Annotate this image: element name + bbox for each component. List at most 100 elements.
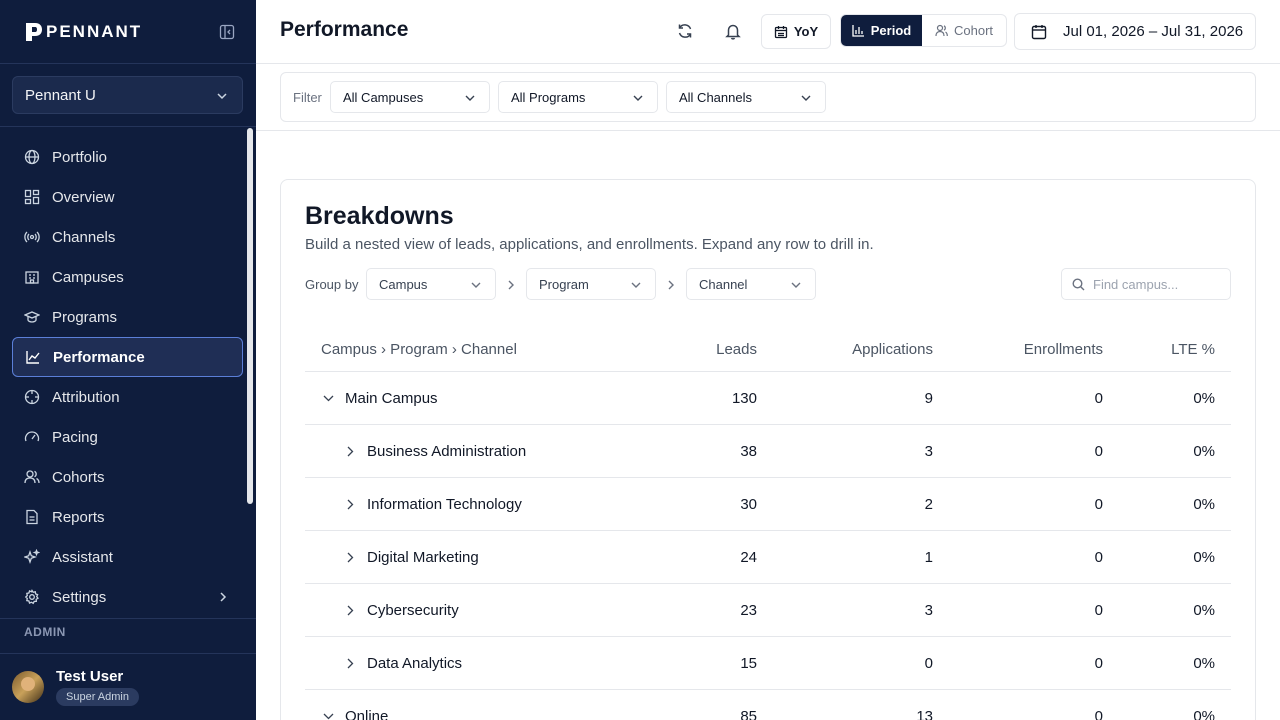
- row-name: Information Technology: [367, 495, 522, 513]
- sidebar-item-channels[interactable]: Channels: [12, 217, 243, 257]
- sidebar-item-programs[interactable]: Programs: [12, 297, 243, 337]
- program-filter-value: All Programs: [511, 89, 586, 105]
- row-leads: 15: [740, 654, 757, 672]
- group-by-level-1-select[interactable]: Campus: [366, 268, 496, 300]
- sidebar-item-overview[interactable]: Overview: [12, 177, 243, 217]
- sidebar-item-campuses[interactable]: Campuses: [12, 257, 243, 297]
- yoy-button[interactable]: YoY: [761, 14, 831, 49]
- table-row[interactable]: Business Administration 38 3 0 0%: [305, 425, 1231, 478]
- chevron-down-icon[interactable]: [321, 709, 335, 720]
- row-enrollments: 0: [1094, 442, 1103, 460]
- collapse-sidebar-icon[interactable]: [219, 24, 235, 40]
- org-selector[interactable]: Pennant U: [12, 76, 243, 114]
- table-row[interactable]: Cybersecurity 23 3 0 0%: [305, 584, 1231, 637]
- role-badge: Super Admin: [56, 688, 139, 706]
- table-row[interactable]: Main Campus 130 9 0 0%: [305, 372, 1231, 425]
- chevron-right-icon: [220, 592, 227, 602]
- sidebar-item-label: Campuses: [52, 268, 124, 286]
- chevron-down-icon[interactable]: [321, 391, 335, 405]
- search-icon: [1072, 277, 1085, 290]
- channel-filter-select[interactable]: All Channels: [666, 81, 826, 113]
- refresh-icon[interactable]: [676, 22, 696, 42]
- table-row[interactable]: Online 85 13 0 0%: [305, 690, 1231, 720]
- org-selected-label: Pennant U: [25, 86, 96, 104]
- cohort-toggle[interactable]: Cohort: [922, 15, 1006, 46]
- col-header-leads[interactable]: Leads: [655, 341, 757, 358]
- chevron-down-icon: [801, 95, 811, 101]
- row-leads: 85: [740, 707, 757, 720]
- crosshair-icon: [24, 389, 40, 405]
- campus-filter-select[interactable]: All Campuses: [330, 81, 490, 113]
- chevron-right-icon[interactable]: [343, 656, 357, 670]
- sidebar-item-label: Pacing: [52, 428, 98, 446]
- row-name: Main Campus: [345, 389, 438, 407]
- table-row[interactable]: Data Analytics 15 0 0 0%: [305, 637, 1231, 690]
- col-header-lte[interactable]: LTE %: [1103, 341, 1215, 358]
- campus-filter-value: All Campuses: [343, 89, 424, 105]
- file-icon: [24, 509, 40, 525]
- col-header-enrollments[interactable]: Enrollments: [933, 341, 1103, 358]
- bell-icon[interactable]: [724, 22, 744, 42]
- sidebar-item-performance[interactable]: Performance: [12, 337, 243, 377]
- col-header-name[interactable]: Campus › Program › Channel: [305, 341, 655, 358]
- sidebar-item-label: Overview: [52, 188, 115, 206]
- chevron-right-icon[interactable]: [343, 497, 357, 511]
- sidebar-item-label: Performance: [53, 348, 145, 366]
- breakdowns-title: Breakdowns: [305, 202, 454, 230]
- row-lte: 0%: [1193, 601, 1215, 619]
- view-mode-toggle: Period Cohort: [840, 14, 1007, 47]
- sidebar-item-settings[interactable]: Settings: [12, 577, 243, 617]
- sidebar-item-pacing[interactable]: Pacing: [12, 417, 243, 457]
- table-row[interactable]: Information Technology 30 2 0 0%: [305, 478, 1231, 531]
- breakdowns-subtitle: Build a nested view of leads, applicatio…: [305, 236, 874, 253]
- row-applications: 9: [924, 389, 933, 407]
- sidebar-item-label: Channels: [52, 228, 116, 246]
- chevron-down-icon: [465, 95, 475, 101]
- row-name: Business Administration: [367, 442, 527, 460]
- row-leads: 24: [740, 548, 757, 566]
- sidebar-item-label: Assistant: [52, 548, 113, 566]
- group-by-level-2-select[interactable]: Program: [526, 268, 656, 300]
- sparkles-icon: [24, 549, 40, 565]
- chevron-down-icon: [471, 282, 481, 288]
- group-by-level-2-value: Program: [539, 276, 589, 292]
- sidebar-item-assistant[interactable]: Assistant: [12, 537, 243, 577]
- building-icon: [24, 269, 40, 285]
- sidebar-item-portfolio[interactable]: Portfolio: [12, 137, 243, 177]
- sidebar-item-attribution[interactable]: Attribution: [12, 377, 243, 417]
- date-range-picker[interactable]: Jul 01, 2026 – Jul 31, 2026: [1014, 13, 1256, 50]
- chevron-right-icon[interactable]: [343, 444, 357, 458]
- row-applications: 0: [924, 654, 933, 672]
- content-divider: [256, 130, 1280, 131]
- search-input[interactable]: [1093, 276, 1223, 292]
- group-by-level-3-select[interactable]: Channel: [686, 268, 816, 300]
- brand-name: PENNANT: [46, 22, 143, 41]
- col-header-applications[interactable]: Applications: [757, 341, 933, 358]
- top-header: Performance YoY Period Cohort Jul 01, 20…: [256, 0, 1280, 64]
- chevron-right-icon[interactable]: [343, 550, 357, 564]
- chevron-down-icon: [633, 95, 643, 101]
- table-row[interactable]: Digital Marketing 24 1 0 0%: [305, 531, 1231, 584]
- chevron-right-icon[interactable]: [343, 603, 357, 617]
- program-filter-select[interactable]: All Programs: [498, 81, 658, 113]
- sidebar-item-reports[interactable]: Reports: [12, 497, 243, 537]
- breakdowns-table: Campus › Program › Channel Leads Applica…: [305, 328, 1231, 720]
- row-lte: 0%: [1193, 548, 1215, 566]
- group-by-label: Group by: [305, 277, 359, 292]
- calendar-icon: [774, 25, 787, 38]
- brand-logo[interactable]: PENNANT: [24, 21, 142, 43]
- sidebar-divider: [0, 653, 256, 654]
- period-label: Period: [870, 23, 912, 38]
- row-lte: 0%: [1193, 707, 1215, 720]
- period-toggle[interactable]: Period: [841, 15, 922, 46]
- sidebar-scrollbar[interactable]: [247, 128, 253, 504]
- yoy-label: YoY: [793, 24, 819, 39]
- campus-search[interactable]: [1061, 268, 1231, 300]
- page-title: Performance: [280, 18, 409, 41]
- row-enrollments: 0: [1094, 707, 1103, 720]
- line-chart-icon: [25, 349, 41, 365]
- sidebar-item-cohorts[interactable]: Cohorts: [12, 457, 243, 497]
- users-icon: [24, 469, 40, 485]
- row-lte: 0%: [1193, 495, 1215, 513]
- user-profile[interactable]: Test User Super Admin: [12, 668, 139, 706]
